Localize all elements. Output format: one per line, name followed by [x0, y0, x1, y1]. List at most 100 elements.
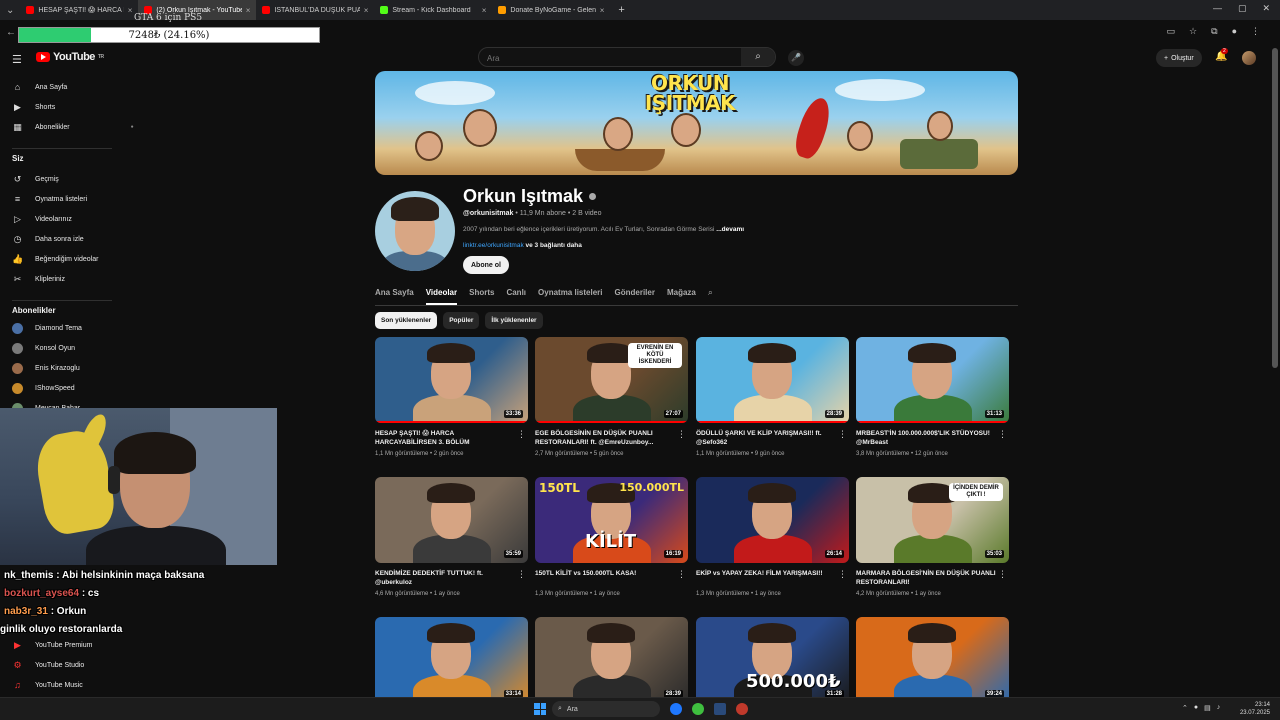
- video-more-menu-icon[interactable]: ⋮: [677, 569, 686, 580]
- sidebar-subscription[interactable]: Enis Kirazoglu: [12, 359, 80, 377]
- video-title[interactable]: MARMARA BÖLGESİ'NİN EN DÜŞÜK PUANLI REST…: [856, 569, 996, 587]
- video-more-menu-icon[interactable]: ⋮: [998, 429, 1007, 440]
- tab-list-chevron-icon[interactable]: ⌄: [0, 5, 20, 16]
- profile-icon[interactable]: ●: [1232, 26, 1237, 37]
- video-more-menu-icon[interactable]: ⋮: [998, 569, 1007, 580]
- close-window-button[interactable]: ✕: [1262, 3, 1270, 14]
- sidebar-item-history[interactable]: ↺ Geçmiş: [12, 170, 59, 188]
- browser-tab[interactable]: İSTANBUL'DA DÜŞÜK PUANLI RE... ×: [256, 0, 374, 20]
- browser-tab[interactable]: Stream - Kick Dashboard ×: [374, 0, 492, 20]
- tab-close-icon[interactable]: ×: [482, 6, 487, 15]
- create-button[interactable]: + Oluştur: [1156, 49, 1202, 67]
- video-card[interactable]: 28:39 ÖDÜLLÜ ŞARKI VE KLİP YARIŞMASI!! ft…: [696, 337, 849, 457]
- cast-icon[interactable]: ▭: [1167, 26, 1176, 37]
- sidebar-item-shorts[interactable]: ▶ Shorts: [12, 98, 55, 116]
- sidebar-item-clips[interactable]: ✂ Klipleriniz: [12, 270, 65, 288]
- channel-avatar[interactable]: [375, 191, 455, 271]
- video-card[interactable]: 35:59 KENDİMİZE DEDEKTİF TUTTUK! ft. @ube…: [375, 477, 528, 597]
- sidebar-item-music[interactable]: ♫ YouTube Music: [12, 676, 83, 694]
- video-more-menu-icon[interactable]: ⋮: [677, 429, 686, 440]
- video-more-menu-icon[interactable]: ⋮: [838, 569, 847, 580]
- chrome-icon[interactable]: [692, 703, 704, 715]
- network-icon[interactable]: ▤: [1204, 704, 1211, 712]
- tab-close-icon[interactable]: ×: [600, 6, 605, 15]
- video-thumbnail[interactable]: 26:14: [696, 477, 849, 563]
- video-title[interactable]: ÖDÜLLÜ ŞARKI VE KLİP YARIŞMASI!! ft. @Se…: [696, 429, 836, 447]
- video-card[interactable]: 33:36 HESAP ŞAŞTI! 😱 HARCA HARCAYABİLİRSE…: [375, 337, 528, 457]
- sidebar-item-studio[interactable]: ⚙ YouTube Studio: [12, 656, 84, 674]
- account-avatar[interactable]: [1242, 51, 1256, 65]
- channel-tab[interactable]: Shorts: [469, 285, 494, 305]
- maximize-button[interactable]: ▢: [1238, 3, 1247, 14]
- channel-tab[interactable]: Oynatma listeleri: [538, 285, 602, 305]
- taskbar-search[interactable]: ⌕ Ara: [552, 701, 660, 717]
- video-thumbnail[interactable]: 500.000₺ 31:28: [696, 617, 849, 703]
- microphone-icon[interactable]: 🎤: [788, 50, 804, 66]
- video-card[interactable]: 150TL 150.000TL KİLİT 16:19 150TL KİLİT vs 1…: [535, 477, 688, 597]
- tab-close-icon[interactable]: ×: [128, 6, 133, 15]
- youtube-logo[interactable]: YouTube TR: [36, 51, 104, 63]
- video-thumbnail[interactable]: 39:24: [856, 617, 1009, 703]
- sidebar-subscription[interactable]: Diamond Tema: [12, 319, 82, 337]
- video-more-menu-icon[interactable]: ⋮: [517, 569, 526, 580]
- video-thumbnail[interactable]: İÇİNDEN DEMİR ÇIKTI ! 35:03: [856, 477, 1009, 563]
- video-title[interactable]: HESAP ŞAŞTI! 😱 HARCA HARCAYABİLİRSEN 3. …: [375, 429, 515, 447]
- taskbar-clock[interactable]: 23:14 23.07.2025: [1238, 701, 1270, 717]
- browser-menu-icon[interactable]: ⋮: [1251, 26, 1260, 37]
- tab-close-icon[interactable]: ×: [246, 6, 251, 15]
- sidebar-subscription[interactable]: IShowSpeed: [12, 379, 75, 397]
- video-more-menu-icon[interactable]: ⋮: [838, 429, 847, 440]
- search-icon[interactable]: ⌕: [741, 48, 775, 66]
- sidebar-item-playlist[interactable]: ≡ Oynatma listeleri: [12, 190, 87, 208]
- channel-link[interactable]: linktr.ee/orkunisitmak: [463, 242, 524, 249]
- channel-tab[interactable]: Canlı: [506, 285, 526, 305]
- video-thumbnail[interactable]: 150TL 150.000TL KİLİT 16:19: [535, 477, 688, 563]
- channel-tab[interactable]: Ana Sayfa: [375, 285, 414, 305]
- sidebar-you-heading[interactable]: Siz: [12, 154, 24, 163]
- video-thumbnail[interactable]: 33:14: [375, 617, 528, 703]
- video-card[interactable]: EVRENİN EN KÖTÜ İSKENDERİ 27:07 EGE BÖLGES…: [535, 337, 688, 457]
- search-input[interactable]: [479, 49, 729, 68]
- video-thumbnail[interactable]: 31:13: [856, 337, 1009, 423]
- obs-icon[interactable]: [736, 703, 748, 715]
- video-title[interactable]: 150TL KİLİT vs 150.000TL KASA!: [535, 569, 675, 587]
- sidebar-item-premium[interactable]: ▶ YouTube Premium: [12, 636, 92, 654]
- menu-hamburger-icon[interactable]: ☰: [12, 53, 22, 66]
- mic-tray-icon[interactable]: ●: [1194, 704, 1198, 712]
- more-links[interactable]: ve 3 bağlantı daha: [524, 242, 582, 249]
- sidebar-item-watch-later[interactable]: ◷ Daha sonra izle: [12, 230, 84, 248]
- minimize-button[interactable]: —: [1213, 3, 1222, 14]
- video-title[interactable]: MRBEAST'İN 100.000.000$'LIK STÜDYOSU! @M…: [856, 429, 996, 447]
- subscribe-button[interactable]: Abone ol: [463, 256, 509, 274]
- sidebar-item-liked[interactable]: 👍 Beğendiğim videolar: [12, 250, 98, 268]
- steam-icon[interactable]: [714, 703, 726, 715]
- sidebar-subscription[interactable]: Konsol Oyun: [12, 339, 75, 357]
- video-thumbnail[interactable]: EVRENİN EN KÖTÜ İSKENDERİ 27:07: [535, 337, 688, 423]
- bookmark-star-icon[interactable]: ☆: [1189, 26, 1197, 37]
- video-card[interactable]: İÇİNDEN DEMİR ÇIKTI ! 35:03 MARMARA BÖLGES…: [856, 477, 1009, 597]
- channel-tab[interactable]: Gönderiler: [615, 285, 655, 305]
- video-title[interactable]: KENDİMİZE DEDEKTİF TUTTUK! ft. @uberkulo…: [375, 569, 515, 587]
- video-more-menu-icon[interactable]: ⋮: [517, 429, 526, 440]
- video-thumbnail[interactable]: 28:39: [696, 337, 849, 423]
- channel-search-icon[interactable]: ⌕: [708, 285, 713, 305]
- notifications-bell-icon[interactable]: 🔔 2: [1215, 48, 1228, 62]
- tab-close-icon[interactable]: ×: [364, 6, 369, 15]
- sidebar-item-home[interactable]: ⌂ Ana Sayfa: [12, 78, 68, 96]
- sidebar-item-subscriptions[interactable]: ▦ Abonelikler ●: [12, 118, 133, 136]
- volume-icon[interactable]: ♪: [1217, 704, 1221, 712]
- video-thumbnail[interactable]: 33:36: [375, 337, 528, 423]
- video-thumbnail[interactable]: 28:39: [535, 617, 688, 703]
- video-card[interactable]: 26:14 EKİP vs YAPAY ZEKA! FİLM YARIŞMASI!…: [696, 477, 849, 597]
- video-title[interactable]: EKİP vs YAPAY ZEKA! FİLM YARIŞMASI!!: [696, 569, 836, 587]
- edge-icon[interactable]: [670, 703, 682, 715]
- description-more[interactable]: ...devamı: [714, 226, 744, 233]
- browser-tab[interactable]: Donate ByNoGame - Gelen/Gide... ×: [492, 0, 610, 20]
- browser-tab[interactable]: HESAP ŞAŞTI! 😱 HARCA HARC... ×: [20, 0, 138, 20]
- new-tab-button[interactable]: +: [610, 4, 632, 16]
- filter-chip[interactable]: Popüler: [443, 312, 480, 329]
- extensions-icon[interactable]: ⧉: [1211, 26, 1217, 37]
- filter-chip[interactable]: İlk yüklenenler: [485, 312, 543, 329]
- video-title[interactable]: EGE BÖLGESİNİN EN DÜŞÜK PUANLI RESTORANL…: [535, 429, 675, 447]
- video-thumbnail[interactable]: 35:59: [375, 477, 528, 563]
